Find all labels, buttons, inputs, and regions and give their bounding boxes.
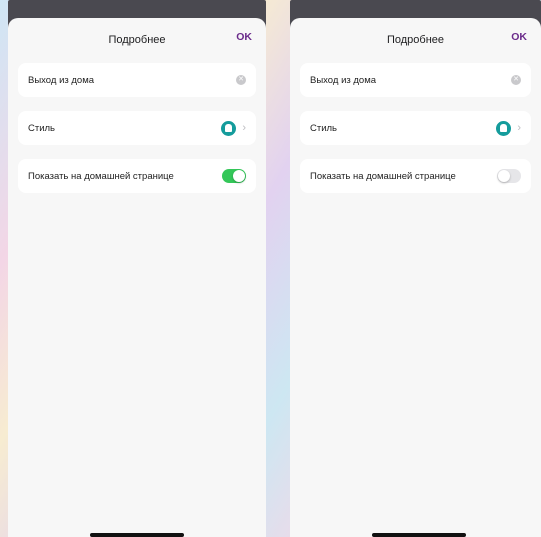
home-icon bbox=[221, 120, 237, 136]
page-title: Подробнее bbox=[108, 34, 166, 46]
name-field[interactable]: Выход из дома ✕ bbox=[18, 63, 256, 97]
chevron-right-icon: › bbox=[242, 122, 246, 134]
home-indicator bbox=[90, 533, 184, 537]
home-icon bbox=[496, 120, 512, 136]
name-field-value[interactable]: Выход из дома bbox=[310, 75, 511, 86]
show-on-home-row: Показать на домашней странице bbox=[300, 159, 531, 193]
chevron-right-icon: › bbox=[517, 122, 521, 134]
show-on-home-label: Показать на домашней странице bbox=[28, 170, 174, 182]
clear-icon[interactable]: ✕ bbox=[511, 75, 521, 85]
style-label: Стиль bbox=[28, 122, 56, 134]
style-label: Стиль bbox=[310, 122, 338, 134]
ok-button[interactable]: OK bbox=[511, 31, 527, 43]
show-on-home-row: Показать на домашней странице bbox=[18, 159, 256, 193]
clear-icon[interactable]: ✕ bbox=[236, 75, 246, 85]
details-sheet-left: Подробнее OK Выход из дома ✕ Стиль › Пок… bbox=[8, 18, 266, 537]
nav-bar: Подробнее OK bbox=[8, 18, 266, 62]
toggle-knob bbox=[233, 170, 245, 182]
style-row[interactable]: Стиль › bbox=[18, 111, 256, 145]
name-field-value[interactable]: Выход из дома bbox=[28, 75, 236, 86]
style-row[interactable]: Стиль › bbox=[300, 111, 531, 145]
nav-bar: Подробнее OK bbox=[290, 18, 541, 62]
show-on-home-toggle[interactable] bbox=[222, 169, 246, 183]
details-sheet-right: Подробнее OK Выход из дома ✕ Стиль › Пок… bbox=[290, 18, 541, 537]
name-field[interactable]: Выход из дома ✕ bbox=[300, 63, 531, 97]
page-title: Подробнее bbox=[386, 34, 445, 46]
show-on-home-toggle[interactable] bbox=[497, 169, 521, 183]
show-on-home-label: Показать на домашней странице bbox=[310, 170, 456, 182]
ok-button[interactable]: OK bbox=[236, 31, 252, 43]
home-indicator bbox=[372, 533, 466, 537]
toggle-knob bbox=[498, 170, 510, 182]
